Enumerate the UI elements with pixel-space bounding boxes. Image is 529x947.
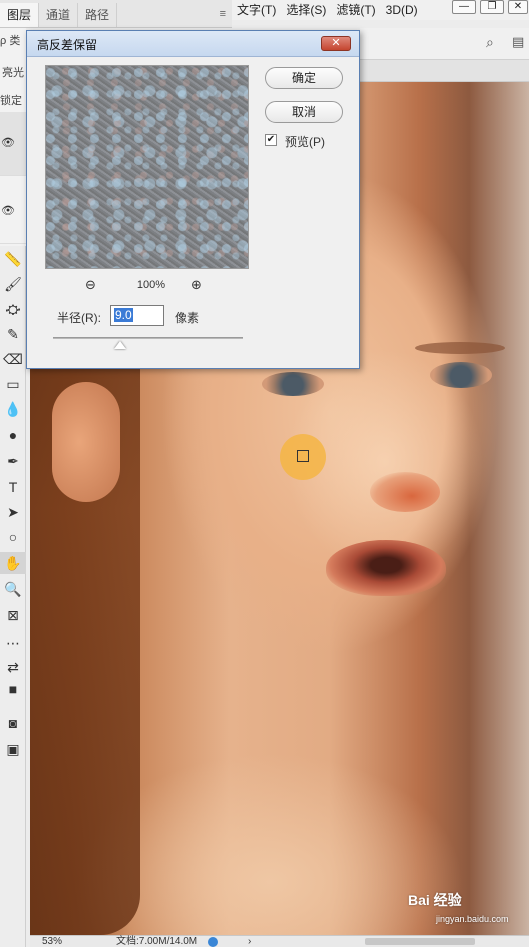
blur-icon[interactable]: 💧 [0, 398, 26, 420]
layers-list: ρ 类 亮光 锁定 👁 👁 [0, 28, 26, 246]
dodge-icon[interactable]: ● [0, 424, 26, 446]
ok-button[interactable]: 确定 [265, 67, 343, 89]
radius-slider[interactable] [53, 337, 243, 339]
preview-zoom-percent: 100% [136, 279, 166, 291]
more-icon[interactable]: ⋯ [0, 632, 26, 654]
photo-nose [370, 472, 440, 512]
layers-panel-tabs: 图层 通道 路径 ≡ [0, 0, 232, 28]
photo-ear [52, 382, 120, 502]
radius-value: 9.0 [114, 308, 133, 322]
gradient-icon[interactable]: ▭ [0, 373, 26, 395]
brush-icon[interactable]: 🖌 [0, 273, 26, 295]
swap-colors-icon[interactable]: ⇄ [0, 656, 26, 678]
blend-mode-select[interactable]: 亮光 [2, 64, 24, 80]
document-tab-strip [360, 60, 529, 82]
preview-label: 预览(P) [285, 135, 325, 149]
menu-type[interactable]: 文字(T) [232, 0, 281, 20]
radius-unit: 像素 [175, 311, 200, 325]
lock-label: 锁定 [0, 95, 22, 107]
history-brush-icon[interactable]: ✎ [0, 323, 26, 345]
maximize-button[interactable]: ❐ [480, 0, 504, 14]
zoom-in-icon[interactable]: ⊕ [191, 277, 202, 293]
close-window-button[interactable]: ✕ [508, 0, 528, 14]
layer-row[interactable]: 👁 [0, 112, 26, 176]
zoom-out-icon[interactable]: ⊖ [85, 277, 96, 293]
stamp-icon[interactable]: ⛮ [0, 298, 26, 320]
minimize-button[interactable]: — [452, 0, 476, 14]
photo-eye [430, 362, 492, 388]
tab-paths[interactable]: 路径 [78, 3, 118, 27]
zoom-level[interactable]: 53% [42, 936, 62, 947]
pen-icon[interactable]: ✒ [0, 450, 26, 472]
status-thumb[interactable] [208, 937, 218, 947]
eraser-icon[interactable]: ⌫ [0, 348, 26, 370]
workspace-icon[interactable]: ▤ [512, 34, 524, 50]
quick-mask-icon[interactable]: ◙ [0, 712, 26, 734]
search-icon[interactable]: ⌕ [486, 34, 494, 51]
horizontal-scrollbar[interactable] [365, 938, 475, 945]
layer-row[interactable]: 👁 [0, 178, 26, 244]
watermark-logo: Bai 经验 [408, 892, 462, 908]
photo-lips [326, 540, 446, 596]
photo-brow [415, 342, 505, 354]
status-arrow-icon[interactable]: › [248, 936, 251, 947]
dialog-close-button[interactable]: ✕ [321, 36, 351, 51]
hand-icon[interactable]: ✋ [0, 552, 26, 574]
tab-layers[interactable]: 图层 [0, 3, 40, 27]
document-info[interactable]: 文档:7.00M/14.0M [116, 936, 197, 947]
preview-zoom-controls: ⊖ 100% ⊕ [45, 277, 249, 295]
layer-search[interactable]: ρ 类 [0, 32, 26, 50]
panel-menu-icon[interactable]: ≡ [220, 8, 226, 20]
color-swatches-icon[interactable]: ■ [0, 678, 26, 700]
type-icon[interactable]: T [0, 476, 26, 498]
menu-filter[interactable]: 滤镜(T) [331, 0, 380, 20]
photo-eye [262, 372, 324, 396]
options-bar: ⌕ ▤ [360, 28, 529, 60]
radius-input[interactable]: 9.0 [110, 305, 164, 326]
status-bar: 53% 文档:7.00M/14.0M › [30, 935, 529, 947]
filter-preview[interactable] [45, 65, 249, 269]
cursor-icon [297, 450, 309, 462]
zoom-icon[interactable]: 🔍 [0, 578, 26, 600]
watermark-url: jingyan.baidu.com [436, 914, 509, 924]
tools-panel: 📏 🖌 ⛮ ✎ ⌫ ▭ 💧 ● ✒ T ➤ ○ ✋ 🔍 ⊠ ⋯ ⇄ ■ ◙ ▣ [0, 246, 26, 947]
radius-slider-thumb[interactable] [113, 341, 126, 349]
preview-checkbox[interactable]: ✔ [265, 134, 277, 146]
path-select-icon[interactable]: ➤ [0, 501, 26, 523]
cancel-button[interactable]: 取消 [265, 101, 343, 123]
menu-select[interactable]: 选择(S) [281, 0, 331, 20]
frame-icon[interactable]: ⊠ [0, 604, 26, 626]
high-pass-dialog: 高反差保留 ✕ ⊖ 100% ⊕ 半径(R): 9.0 像素 确定 取消 ✔ 预… [26, 30, 360, 369]
menu-3d[interactable]: 3D(D) [381, 0, 423, 20]
tab-channels[interactable]: 通道 [39, 3, 79, 27]
dialog-titlebar[interactable]: 高反差保留 ✕ [27, 31, 359, 57]
radius-label: 半径(R): [57, 311, 101, 325]
eye-icon[interactable]: 👁 [1, 204, 15, 217]
eye-icon[interactable]: 👁 [1, 136, 15, 149]
dialog-title: 高反差保留 [37, 38, 98, 52]
ruler-icon[interactable]: 📏 [0, 248, 26, 270]
ellipse-icon[interactable]: ○ [0, 526, 26, 548]
screen-mode-icon[interactable]: ▣ [0, 738, 26, 760]
